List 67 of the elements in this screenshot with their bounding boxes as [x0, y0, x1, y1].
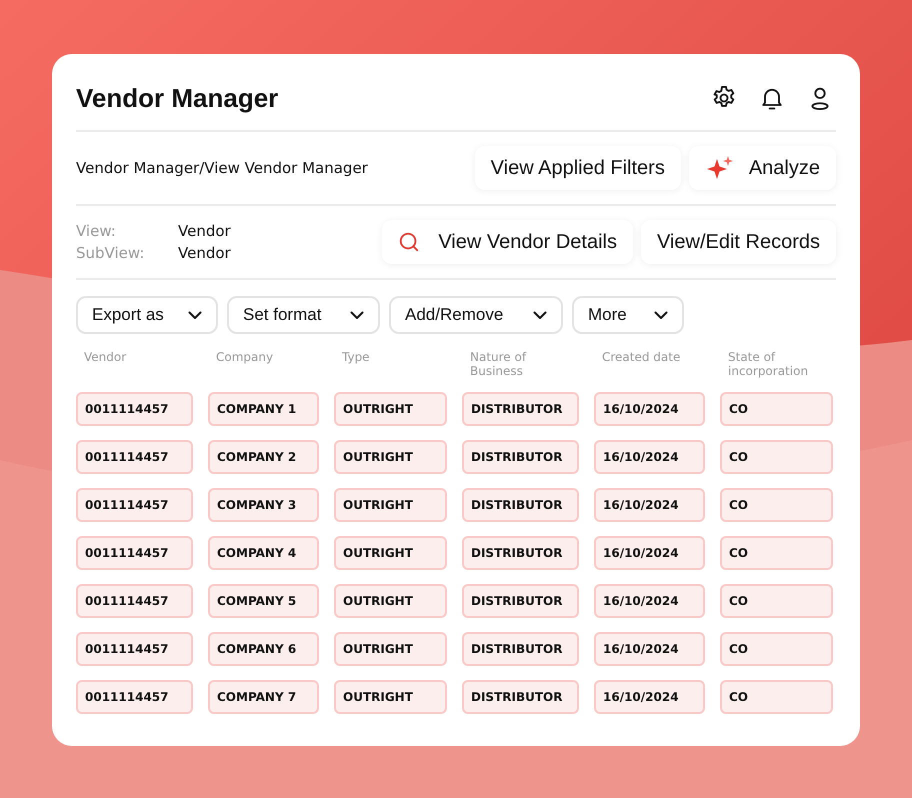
table-cell: OUTRIGHT — [334, 632, 447, 666]
table-cell: CO — [720, 536, 833, 570]
page-title: Vendor Manager — [76, 82, 278, 114]
column-header: Type — [341, 350, 371, 366]
table-cell: CO — [720, 632, 833, 666]
dropdown-button[interactable]: Export as — [76, 296, 218, 334]
action-button[interactable]: View/Edit Records — [640, 220, 836, 264]
search-icon — [398, 231, 420, 253]
table-cell: DISTRIBUTOR — [462, 440, 579, 474]
dropdown-button[interactable]: More — [572, 296, 684, 334]
table-cell: OUTRIGHT — [334, 488, 447, 522]
table-cell: 0011114457 — [76, 392, 193, 426]
chevron-down-icon — [533, 310, 547, 320]
action-button[interactable]: View Applied Filters — [474, 146, 681, 190]
table-cell: COMPANY 3 — [208, 488, 319, 522]
table-cell: DISTRIBUTOR — [462, 536, 579, 570]
table-cell: OUTRIGHT — [334, 440, 447, 474]
table-cell: 16/10/2024 — [594, 440, 705, 474]
table-cell: 16/10/2024 — [594, 488, 705, 522]
column-header: Created date — [601, 350, 682, 366]
table-cell: COMPANY 6 — [208, 632, 319, 666]
table-cell: COMPANY 5 — [208, 584, 319, 618]
table-cell: COMPANY 7 — [208, 680, 319, 714]
view-value: Vendor — [178, 244, 231, 262]
table-cell: COMPANY 1 — [208, 392, 319, 426]
column-header: Vendor — [83, 350, 128, 366]
dropdown-button[interactable]: Add/Remove — [389, 296, 563, 334]
table-cell: DISTRIBUTOR — [462, 488, 579, 522]
table-cell: OUTRIGHT — [334, 680, 447, 714]
table-cell: CO — [720, 392, 833, 426]
table-cell: COMPANY 4 — [208, 536, 319, 570]
table-cell: OUTRIGHT — [334, 536, 447, 570]
table-cell: 0011114457 — [76, 536, 193, 570]
table-cell: 0011114457 — [76, 440, 193, 474]
table-cell: 16/10/2024 — [594, 584, 705, 618]
table-cell: 16/10/2024 — [594, 536, 705, 570]
action-button[interactable]: Analyze — [688, 146, 836, 190]
table-cell: 0011114457 — [76, 584, 193, 618]
table-cell: DISTRIBUTOR — [462, 680, 579, 714]
chevron-down-icon — [350, 310, 364, 320]
table-cell: 0011114457 — [76, 632, 193, 666]
table-cell: COMPANY 2 — [208, 440, 319, 474]
table-cell: 16/10/2024 — [594, 392, 705, 426]
chevron-down-icon — [654, 310, 668, 320]
table-cell: DISTRIBUTOR — [462, 632, 579, 666]
action-button[interactable]: View Vendor Details — [382, 220, 633, 264]
view-label: View: — [76, 222, 117, 240]
table-cell: CO — [720, 584, 833, 618]
column-header: State of incorporation — [727, 350, 810, 380]
table-cell: OUTRIGHT — [334, 584, 447, 618]
dropdown-button[interactable]: Set format — [227, 296, 380, 334]
chevron-down-icon — [188, 310, 202, 320]
table-cell: CO — [720, 680, 833, 714]
table-cell: 0011114457 — [76, 680, 193, 714]
table-cell: 0011114457 — [76, 488, 193, 522]
table-cell: CO — [720, 440, 833, 474]
view-label: SubView: — [76, 244, 146, 262]
table-cell: 16/10/2024 — [594, 632, 705, 666]
table-cell: CO — [720, 488, 833, 522]
table-cell: DISTRIBUTOR — [462, 584, 579, 618]
column-header: Nature of Business — [469, 350, 528, 380]
table-cell: OUTRIGHT — [334, 392, 447, 426]
column-header: Company — [215, 350, 274, 366]
breadcrumb: Vendor Manager/View Vendor Manager — [76, 159, 368, 177]
view-value: Vendor — [178, 222, 231, 240]
table-cell: DISTRIBUTOR — [462, 392, 579, 426]
table-cell: 16/10/2024 — [594, 680, 705, 714]
